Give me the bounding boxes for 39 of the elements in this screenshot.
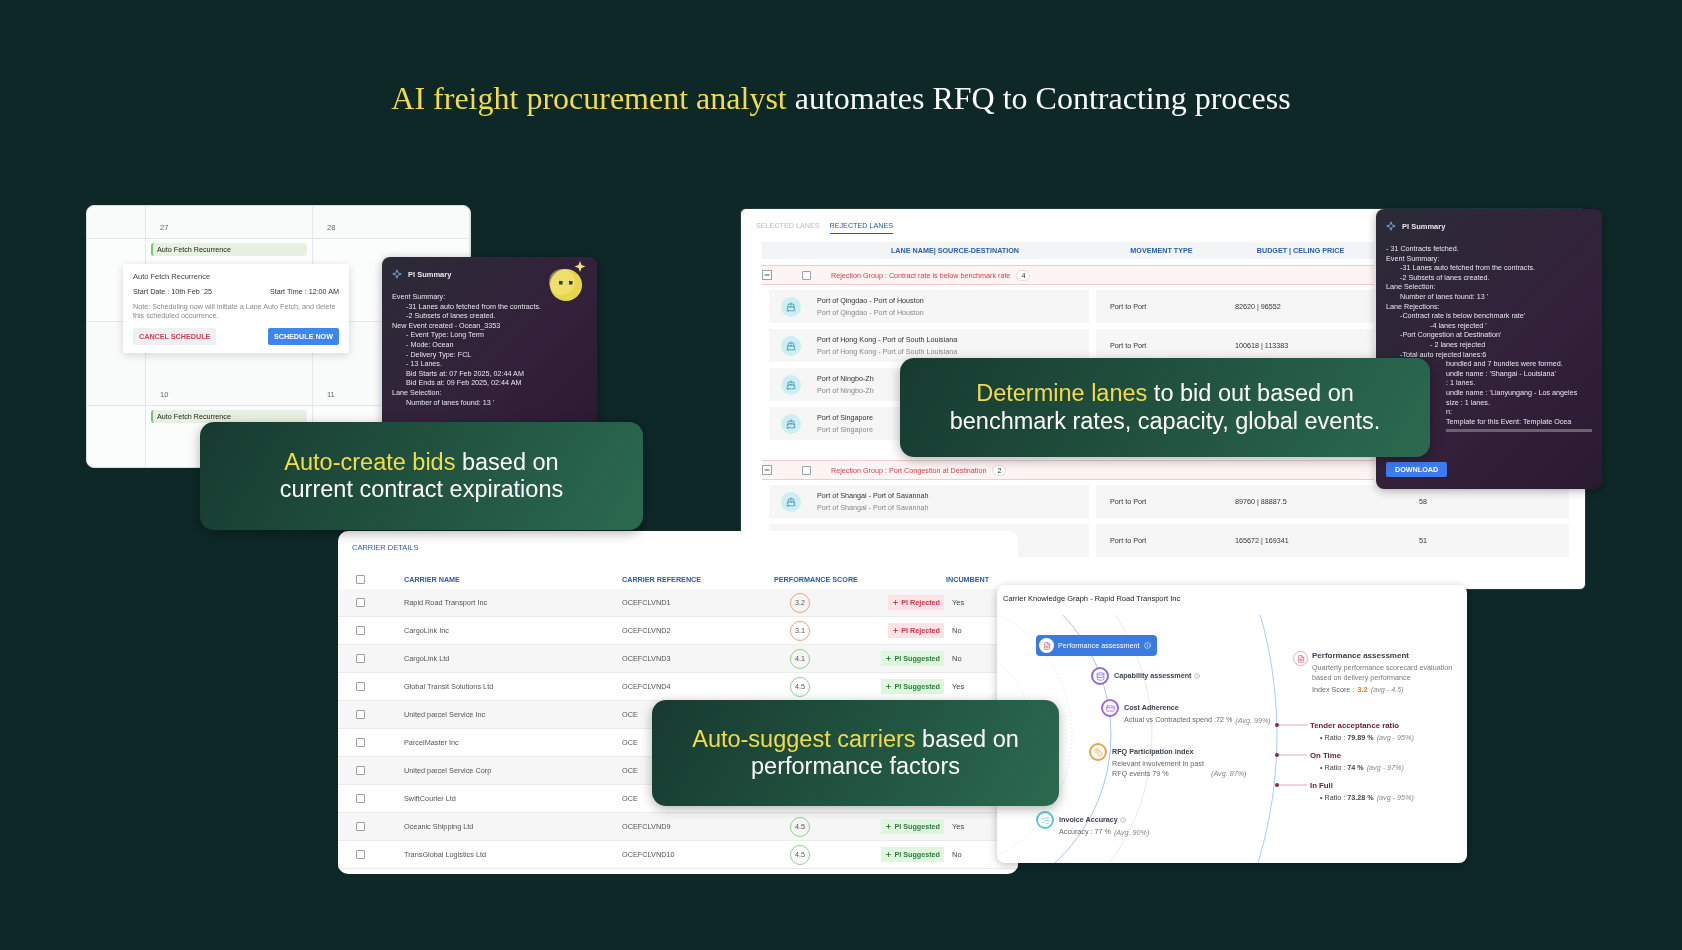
mascot-icon — [549, 259, 587, 303]
checkbox[interactable] — [356, 654, 365, 663]
info-icon — [1143, 642, 1151, 649]
checkbox[interactable] — [356, 822, 365, 831]
graph-node-icon[interactable] — [1089, 743, 1107, 761]
leader-line — [1273, 721, 1307, 729]
banner-caption: Auto-suggest carriers based on performance factors — [691, 725, 1020, 781]
graph-node-icon[interactable] — [1091, 667, 1109, 685]
collapse-icon[interactable] — [762, 270, 772, 280]
sparkle-icon — [1386, 221, 1396, 231]
checkbox[interactable] — [356, 794, 365, 803]
ship-icon — [781, 335, 801, 356]
leader-line — [1273, 751, 1307, 759]
checkbox[interactable] — [802, 270, 811, 280]
page-title: AI freight procurement analyst automates RFQ to Contracting process — [390, 79, 1292, 117]
banner-caption: Determine lanes to bid out based on benchmark rates, capacity, global events. — [948, 380, 1382, 435]
info-icon — [1119, 816, 1126, 823]
checkbox[interactable] — [356, 850, 365, 859]
banner-caption: Auto-create bids based on current contract expirations — [278, 448, 565, 504]
graph-node-icon[interactable] — [1101, 699, 1119, 717]
ship-icon — [781, 413, 801, 434]
collapse-icon[interactable] — [762, 465, 772, 475]
ship-icon — [781, 296, 801, 317]
info-icon — [1193, 672, 1200, 679]
sparkle-icon — [392, 269, 402, 279]
graph-node-icon[interactable] — [1036, 811, 1054, 829]
ship-icon — [781, 374, 801, 395]
checkbox[interactable] — [356, 738, 365, 747]
ship-icon — [781, 491, 801, 512]
checkbox[interactable] — [356, 598, 365, 607]
checkbox[interactable] — [356, 682, 365, 691]
document-icon — [1039, 638, 1054, 653]
detail-title: Performance assessment — [1312, 651, 1410, 660]
checkbox[interactable] — [802, 465, 811, 475]
checkbox[interactable] — [356, 574, 365, 584]
checkbox[interactable] — [356, 710, 365, 719]
leader-line — [1273, 781, 1307, 789]
checkbox[interactable] — [356, 766, 365, 775]
checkbox[interactable] — [356, 626, 365, 635]
